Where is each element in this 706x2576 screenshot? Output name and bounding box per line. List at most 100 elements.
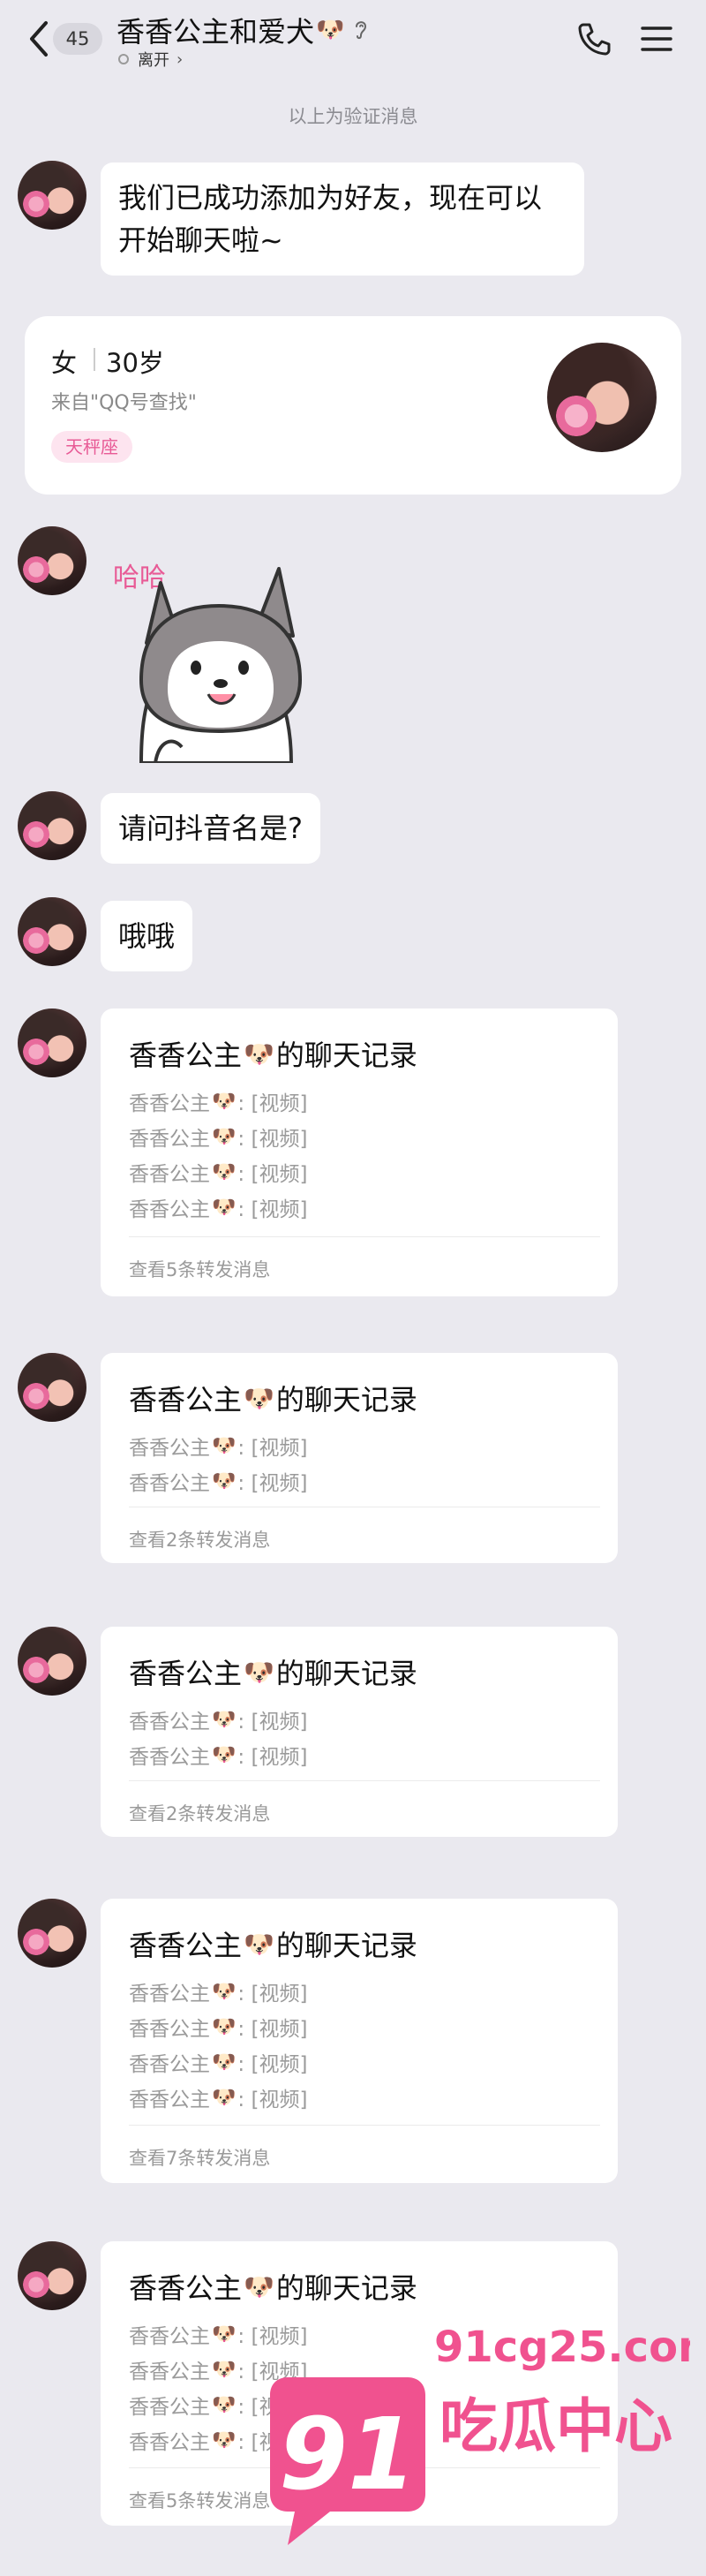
watermark-domain: 91cg25.com	[434, 2323, 690, 2372]
dog-emoji-icon: 🐶	[316, 17, 345, 43]
forward-card-title-prefix: 香香公主	[129, 1929, 243, 1962]
unread-count-badge[interactable]: 45	[53, 23, 102, 55]
message-bubble[interactable]: 哦哦	[101, 901, 193, 971]
line-content: : [视频]	[237, 2018, 308, 2041]
forward-card-title-prefix: 香香公主	[129, 1657, 243, 1690]
dog-emoji-icon: 🐶	[212, 1196, 237, 1219]
line-content: : [视频]	[237, 1983, 308, 2006]
presence-status[interactable]: 离开 ›	[118, 48, 183, 71]
line-sender: 香香公主	[129, 2361, 210, 2383]
line-content: : [视频]	[237, 1437, 308, 1460]
line-sender: 香香公主	[129, 1983, 210, 2006]
dog-emoji-icon: 🐶	[244, 1657, 274, 1687]
dog-emoji-icon: 🐶	[212, 2051, 237, 2074]
line-sender: 香香公主	[129, 1746, 210, 1769]
forward-card-line: 香香公主🐶: [视频]	[129, 2047, 307, 2077]
divider	[94, 348, 95, 371]
zodiac-tag[interactable]: 天秤座	[51, 431, 132, 463]
chat-title-row[interactable]: 香香公主和爱犬 🐶	[116, 12, 369, 49]
status-dot-icon	[118, 54, 129, 64]
view-forwarded-link[interactable]: 查看5条转发消息	[129, 2487, 270, 2513]
line-sender: 香香公主	[129, 1472, 210, 1495]
avatar[interactable]	[18, 2241, 86, 2310]
forward-card-title-prefix: 香香公主	[129, 1039, 243, 1072]
chat-header: 45 香香公主和爱犬 🐶 离开 ›	[0, 0, 706, 81]
dog-emoji-icon: 🐶	[244, 1929, 274, 1959]
forward-card-line: 香香公主🐶: [视频]	[129, 1192, 307, 1222]
forward-card-title: 香香公主 🐶 的聊天记录	[129, 1923, 417, 1964]
watermark-name: 吃瓜中心	[439, 2392, 672, 2460]
phone-icon[interactable]	[575, 19, 614, 58]
forward-card-title-suffix: 的聊天记录	[275, 1657, 417, 1690]
line-content: : [视频]	[237, 1128, 308, 1151]
dog-emoji-icon: 🐶	[244, 1039, 274, 1069]
line-content: : [视频]	[237, 2089, 308, 2111]
line-sender: 香香公主	[129, 2089, 210, 2111]
husky-sticker[interactable]: 哈哈	[106, 548, 318, 763]
forward-card-title-prefix: 香香公主	[129, 1383, 243, 1416]
forward-card-line: 香香公主🐶: [视频]	[129, 1157, 307, 1187]
line-content: : [视频]	[237, 1746, 308, 1769]
avatar[interactable]	[18, 1899, 86, 1968]
profile-source: 来自"QQ号查找"	[51, 392, 197, 414]
forwarded-chat-card[interactable]: 香香公主🐶的聊天记录香香公主🐶: [视频]香香公主🐶: [视频]香香公主🐶: […	[101, 1008, 618, 1296]
line-sender: 香香公主	[129, 1092, 210, 1115]
line-content: : [视频]	[237, 1163, 308, 1186]
profile-photo[interactable]	[547, 343, 657, 452]
line-sender: 香香公主	[129, 2325, 210, 2348]
forward-card-line: 香香公主🐶: [视频]	[129, 1740, 307, 1770]
line-sender: 香香公主	[129, 2053, 210, 2076]
dog-emoji-icon: 🐶	[212, 2358, 237, 2381]
dog-emoji-icon: 🐶	[212, 2429, 237, 2451]
avatar[interactable]	[18, 1353, 86, 1422]
forward-card-title-suffix: 的聊天记录	[275, 1383, 417, 1416]
avatar[interactable]	[18, 1627, 86, 1696]
forward-card-line: 香香公主🐶: [视频]	[129, 1976, 307, 2006]
message-bubble[interactable]: 我们已成功添加为好友，现在可以开始聊天啦~	[101, 162, 584, 276]
chat-title: 香香公主和爱犬	[116, 15, 315, 49]
ear-icon[interactable]	[353, 19, 369, 42]
avatar[interactable]	[18, 161, 86, 230]
dog-emoji-icon: 🐶	[212, 1160, 237, 1183]
dog-emoji-icon: 🐶	[212, 1125, 237, 1148]
view-forwarded-link[interactable]: 查看2条转发消息	[129, 1526, 270, 1552]
line-sender: 香香公主	[129, 1437, 210, 1460]
dog-emoji-icon: 🐶	[212, 1469, 237, 1492]
forward-card-line: 香香公主🐶: [视频]	[129, 1431, 307, 1461]
dog-emoji-icon: 🐶	[212, 1980, 237, 2003]
profile-card[interactable]: 女 30岁 来自"QQ号查找" 天秤座	[25, 316, 681, 495]
menu-icon[interactable]	[639, 21, 674, 57]
dog-emoji-icon: 🐶	[212, 2086, 237, 2109]
forward-card-title: 香香公主 🐶 的聊天记录	[129, 1033, 417, 1074]
avatar[interactable]	[18, 526, 86, 595]
avatar[interactable]	[18, 791, 86, 860]
avatar[interactable]	[18, 897, 86, 966]
dog-emoji-icon: 🐶	[212, 2323, 237, 2346]
chevron-left-icon[interactable]	[23, 18, 55, 60]
divider	[129, 2125, 600, 2126]
watermark-number: 91	[279, 2398, 417, 2512]
view-forwarded-link[interactable]: 查看7条转发消息	[129, 2144, 270, 2171]
dog-emoji-icon: 🐶	[212, 1743, 237, 1766]
line-sender: 香香公主	[129, 2431, 210, 2454]
forward-card-line: 香香公主🐶: [视频]	[129, 1122, 307, 1152]
dog-emoji-icon: 🐶	[212, 1090, 237, 1113]
forward-card-title-suffix: 的聊天记录	[275, 1929, 417, 1962]
line-sender: 香香公主	[129, 1163, 210, 1186]
view-forwarded-link[interactable]: 查看2条转发消息	[129, 1800, 270, 1826]
line-content: : [视频]	[237, 2053, 308, 2076]
forward-card-title: 香香公主 🐶 的聊天记录	[129, 1651, 417, 1692]
line-sender: 香香公主	[129, 1128, 210, 1151]
forwarded-chat-card[interactable]: 香香公主🐶的聊天记录香香公主🐶: [视频]香香公主🐶: [视频]香香公主🐶: […	[101, 1899, 618, 2183]
line-content: : [视频]	[237, 1092, 308, 1115]
avatar[interactable]	[18, 1008, 86, 1077]
divider	[129, 1780, 600, 1781]
message-bubble[interactable]: 请问抖音名是?	[101, 793, 320, 864]
line-sender: 香香公主	[129, 2018, 210, 2041]
forwarded-chat-card[interactable]: 香香公主 🐶 的聊天记录 香香公主 🐶: [视频] 香香公主 🐶: [视频] 查看2条转发消息	[101, 1353, 618, 1563]
divider	[129, 1236, 600, 1237]
line-sender: 香香公主	[129, 2396, 210, 2419]
chevron-right-icon: ›	[176, 49, 184, 69]
forwarded-chat-card[interactable]: 香香公主 🐶 的聊天记录 香香公主 🐶: [视频] 香香公主 🐶: [视频] 查看2条转发消息	[101, 1627, 618, 1837]
view-forwarded-link[interactable]: 查看5条转发消息	[129, 1256, 270, 1282]
